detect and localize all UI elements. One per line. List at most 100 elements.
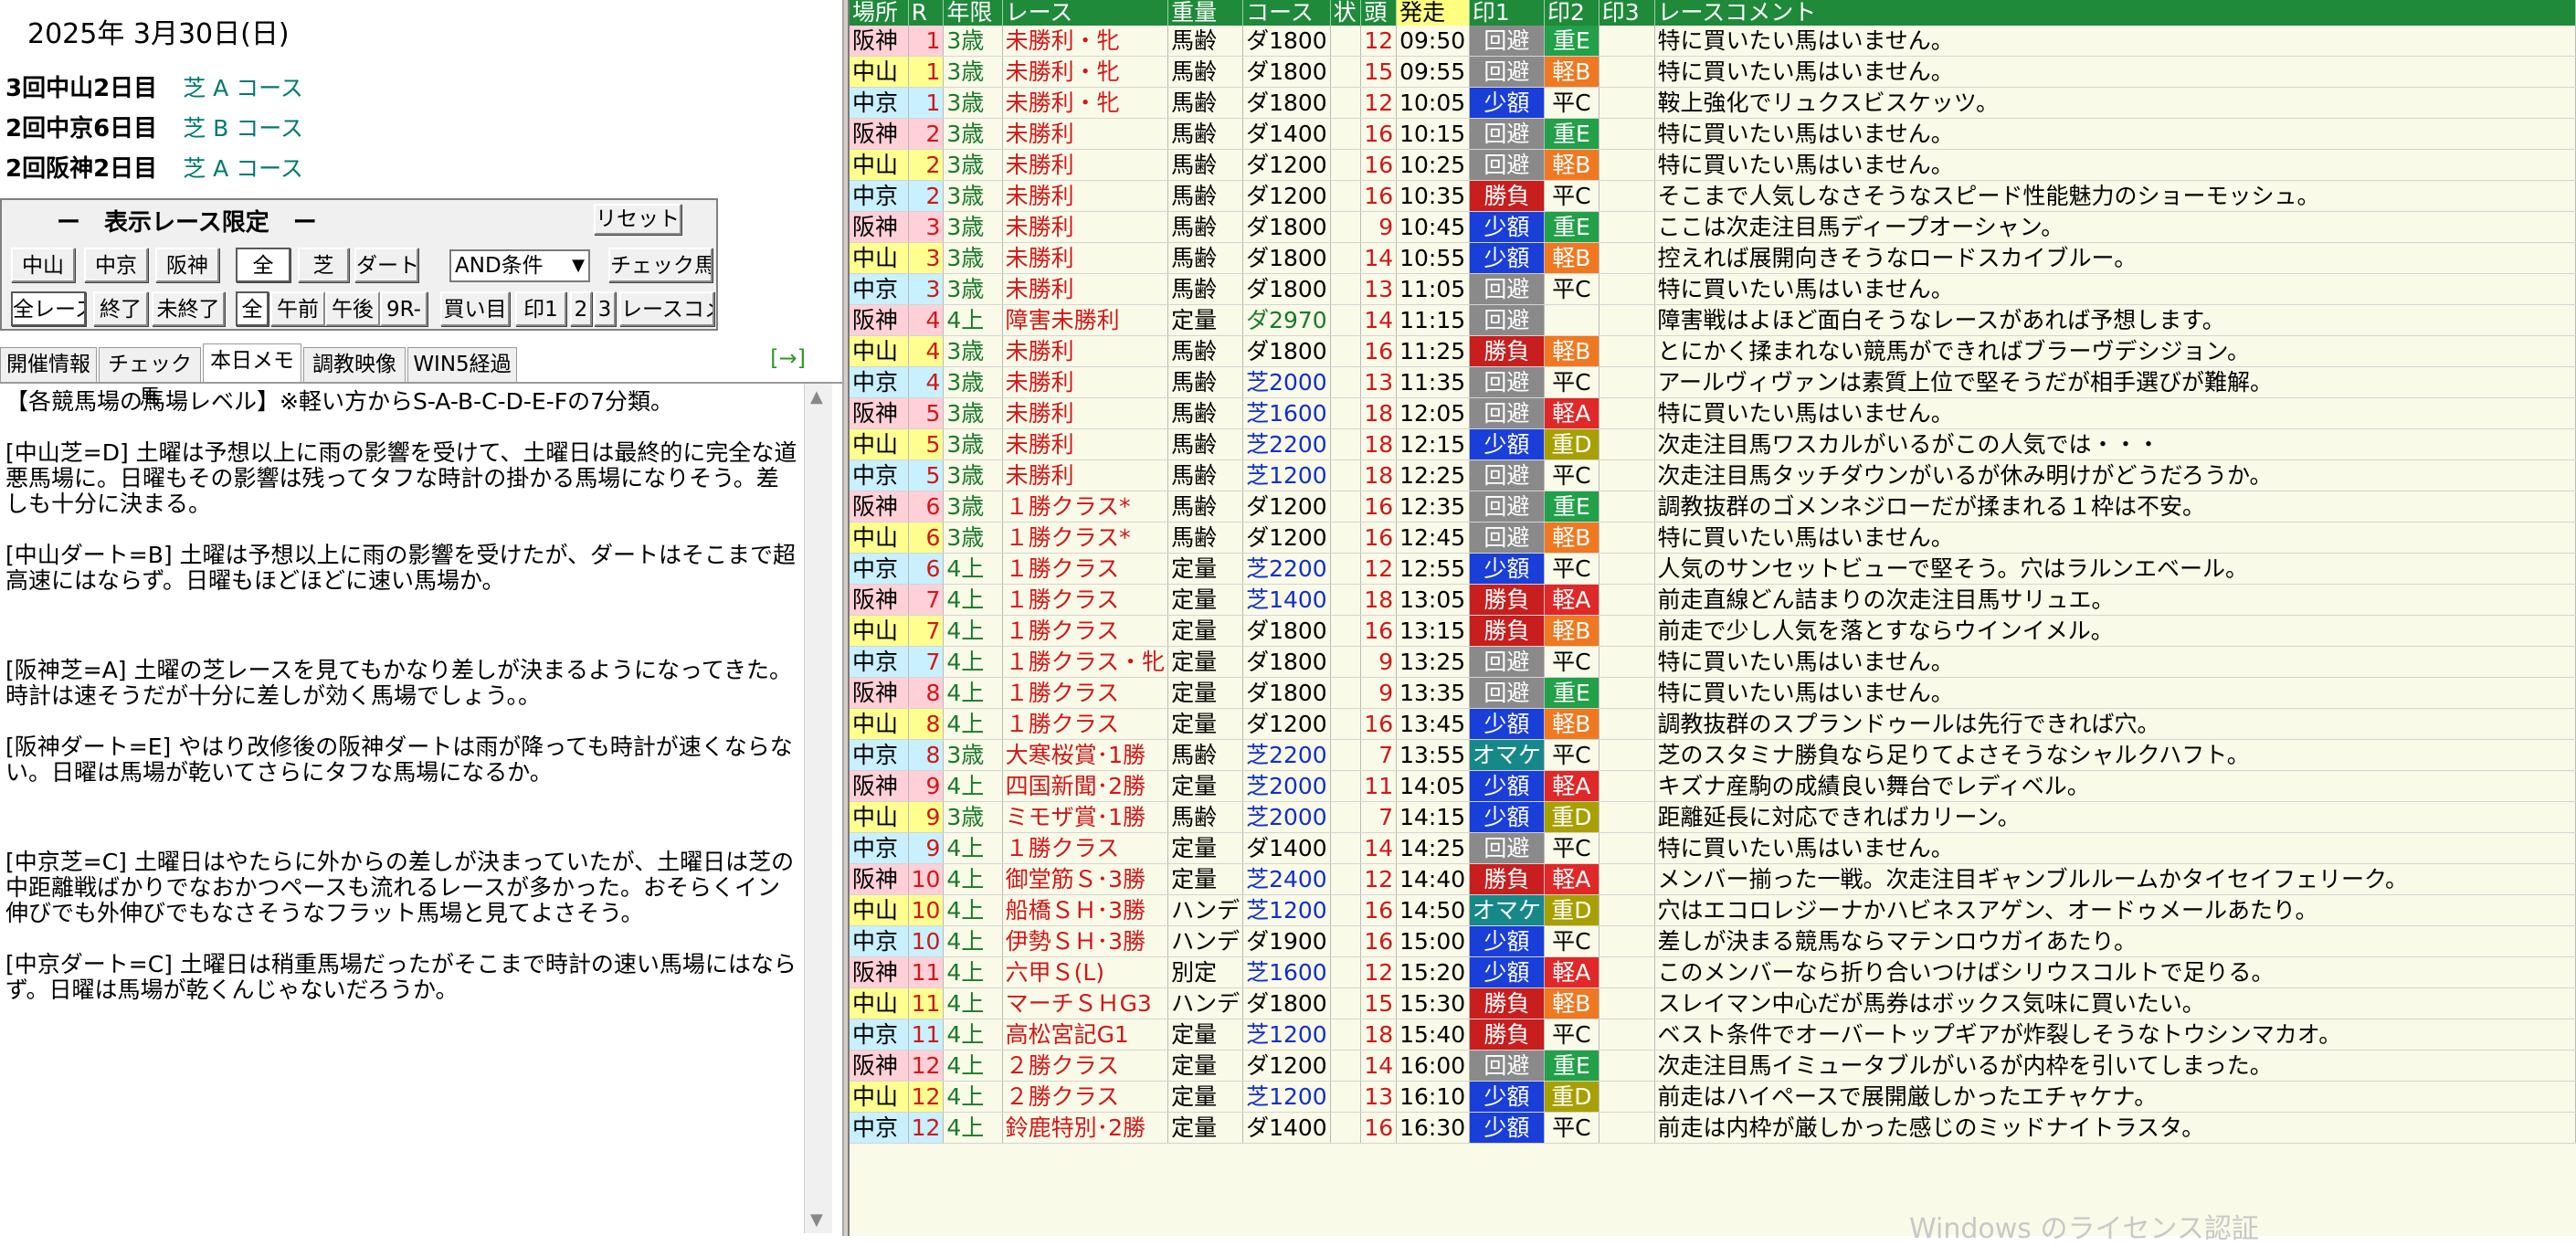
table-row[interactable]: 中京 4 3歳 未勝利 馬齢 芝2000 13 11:35 回避 平C アールヴィヴァンは素質上位で… <box>850 366 2576 398</box>
col-weight-cell: 馬齢 <box>1167 491 1244 523</box>
col-age-cell: 4上 <box>943 894 1003 926</box>
table-row[interactable]: 中京 9 4上 １勝クラス 定量 ダ1400 14 14:25 回避 平C 特に買いたい馬はいません… <box>850 832 2576 864</box>
table-row[interactable]: 阪神 8 4上 １勝クラス 定量 ダ1800 9 13:35 回避 重E 特に買いたい馬はいません。 <box>850 677 2576 709</box>
col-heads-cell: 13 <box>1360 366 1398 398</box>
condition-select[interactable]: AND条件 ▼ <box>449 249 590 282</box>
table-row[interactable]: 中京 6 4上 １勝クラス 定量 芝2200 12 12:55 少額 平C 人気のサンセットビューで… <box>850 553 2576 585</box>
table-row[interactable]: 中京 10 4上 伊勢ＳＨ･3勝 ハンデ ダ1900 16 15:00 少額 平C 差しが決まる競馬… <box>850 925 2576 957</box>
expand-arrow-button[interactable]: [→] <box>770 345 806 371</box>
table-row[interactable]: 阪神 3 3歳 未勝利 馬齢 ダ1800 9 10:45 少額 重E ここは次走注目馬ディープオーシ… <box>850 211 2576 243</box>
table-row[interactable]: 中山 9 3歳 ミモザ賞･1勝 馬齢 芝2000 7 14:15 少額 重D 距離延長に対応できれば… <box>850 801 2576 833</box>
col-comment-header[interactable]: レースコメント <box>1654 0 2576 26</box>
table-row[interactable]: 中山 11 4上 マーチＳＨG3 ハンデ ダ1800 15 15:30 勝負 軽B スレイマン中心だ… <box>850 987 2576 1019</box>
table-row[interactable]: 中山 6 3歳 １勝クラス* 馬齢 ダ1200 16 12:45 回避 軽B 特に買いたい馬はいませ… <box>850 522 2576 554</box>
race-table: 場所 R 年限 レース 重量 コース状頭発走 印1 印2 印3 レースコメント 阪神 1 3歳 未勝利・… <box>850 0 2576 1144</box>
scroll-up-icon[interactable]: ▲ <box>810 387 823 407</box>
col-venue-header[interactable]: 場所 <box>850 0 909 26</box>
check-horse-button[interactable]: チェック馬 <box>608 248 713 282</box>
col-heads-cell: 12 <box>1360 87 1398 119</box>
memo-text[interactable]: 【各競馬場の馬場レベル】※軽い方からS-A-B-C-D-E-Fの7分類。 [中山… <box>0 384 804 1233</box>
col-weight-cell: ハンデ <box>1167 987 1244 1019</box>
table-row[interactable]: 中京 5 3歳 未勝利 馬齢 芝1200 18 12:25 回避 平C 次走注目馬タッチダウンがいる… <box>850 459 2576 491</box>
table-row[interactable]: 中山 8 4上 １勝クラス 定量 ダ1200 16 13:45 少額 軽B 調教抜群のスプランドゥー… <box>850 708 2576 740</box>
table-row[interactable]: 中山 7 4上 １勝クラス 定量 ダ1800 16 13:15 勝負 軽B 前走で少し人気を落とすな… <box>850 615 2576 647</box>
afternoon-button[interactable]: 午後 <box>325 291 380 326</box>
tab-win5[interactable]: WIN5経過 <box>407 347 517 382</box>
tab-check-horse[interactable]: チェック馬 <box>99 347 201 409</box>
table-row[interactable]: 中京 2 3歳 未勝利 馬齢 ダ1200 16 10:35 勝負 平C そこまで人気しなさそうなスピ… <box>850 180 2576 212</box>
surface-all-button[interactable]: 全 <box>236 248 290 282</box>
finished-button[interactable]: 終了 <box>93 291 148 326</box>
memo-paragraph: 【各競馬場の馬場レベル】※軽い方からS-A-B-C-D-E-Fの7分類。 <box>5 388 673 415</box>
unfinished-button[interactable]: 未終了 <box>152 291 225 326</box>
table-row[interactable]: 阪神 6 3歳 １勝クラス* 馬齢 ダ1200 16 12:35 回避 重E 調教抜群のゴメンネジロ… <box>850 491 2576 523</box>
table-row[interactable]: 阪神 9 4上 四国新聞･2勝 定量 芝2000 11 14:05 少額 軽A キズナ産駒の成績良い… <box>850 770 2576 802</box>
col-mark2-cell: 重E <box>1544 26 1599 57</box>
venue-nakayama-button[interactable]: 中山 <box>11 248 75 282</box>
col-comment-cell: 特に買いたい馬はいません。 <box>1654 56 2576 88</box>
col-mark3-cell <box>1599 149 1655 181</box>
col-weight-cell: 定量 <box>1167 584 1244 616</box>
table-row[interactable]: 中山 5 3歳 未勝利 馬齢 芝2200 18 12:15 少額 重D 次走注目馬ワスカルがいるがこ… <box>850 428 2576 460</box>
table-row[interactable]: 阪神 11 4上 六甲Ｓ(L) 別定 芝1600 12 15:20 少額 軽A このメンバーなら折り… <box>850 956 2576 988</box>
bet-button[interactable]: 買い目 <box>440 291 510 326</box>
mark3-button[interactable]: 3 <box>594 291 616 326</box>
table-row[interactable]: 中京 8 3歳 大寒桜賞･1勝 馬齢 芝2200 7 13:55 オマケ 平C 芝のスタミナ勝負なら… <box>850 739 2576 771</box>
memo-scrollbar[interactable]: ▲ ▼ <box>804 384 832 1233</box>
venue-hanshin-button[interactable]: 阪神 <box>155 248 219 282</box>
col-comment-cell: 調教抜群のゴメンネジローだが揉まれる１枠は不安。 <box>1654 491 2576 523</box>
col-mark1-header[interactable]: 印1 <box>1469 0 1545 26</box>
col-post-time-cell: 11:05 <box>1396 273 1470 305</box>
table-row[interactable]: 阪神 5 3歳 未勝利 馬齢 芝1600 18 12:05 回避 軽A 特に買いたい馬はいません。 <box>850 397 2576 429</box>
race-comment-button[interactable]: レースコメ <box>619 291 714 326</box>
table-row[interactable]: 中京 7 4上 １勝クラス・牝 定量 ダ1800 9 13:25 回避 平C 特に買いたい馬はいませ… <box>850 646 2576 678</box>
col-age-cell: 3歳 <box>943 118 1003 150</box>
col-course-header[interactable]: コース <box>1242 0 1331 26</box>
tab-kaisai-info[interactable]: 開催情報 <box>0 347 97 382</box>
scroll-down-icon[interactable]: ▼ <box>810 1210 823 1230</box>
table-row[interactable]: 阪神 10 4上 御堂筋Ｓ･3勝 定量 芝2400 12 14:40 勝負 軽A メンバー揃った一戦… <box>850 863 2576 895</box>
col-heads-header[interactable]: 頭 <box>1360 0 1398 26</box>
table-row[interactable]: 中京 1 3歳 未勝利・牝 馬齢 ダ1800 12 10:05 少額 平C 鞍上強化でリュクスビスケ… <box>850 87 2576 119</box>
tab-training-video[interactable]: 調教映像 <box>303 347 406 382</box>
col-age-header[interactable]: 年限 <box>943 0 1003 26</box>
tab-today-memo[interactable]: 本日メモ <box>203 343 301 382</box>
table-row[interactable]: 中山 12 4上 ２勝クラス 定量 芝1200 13 16:10 少額 重D 前走はハイペースで展開… <box>850 1081 2576 1113</box>
race9-later-button[interactable]: 9R- <box>380 291 428 326</box>
table-row[interactable]: 中山 1 3歳 未勝利・牝 馬齢 ダ1800 15 09:55 回避 軽B 特に買いたい馬はいません… <box>850 56 2576 88</box>
table-row[interactable]: 阪神 2 3歳 未勝利 馬齢 ダ1400 16 10:15 回避 重E 特に買いたい馬はいません。 <box>850 118 2576 150</box>
col-state-header[interactable]: 状 <box>1330 0 1362 26</box>
col-post-time-cell: 13:45 <box>1396 708 1470 740</box>
col-heads-cell: 9 <box>1360 211 1398 243</box>
table-row[interactable]: 阪神 7 4上 １勝クラス 定量 芝1400 18 13:05 勝負 軽A 前走直線どん詰まりの次走… <box>850 584 2576 616</box>
table-row[interactable]: 中山 4 3歳 未勝利 馬齢 ダ1800 16 11:25 勝負 軽B とにかく揉まれない競馬ができ… <box>850 335 2576 367</box>
morning-button[interactable]: 午前 <box>270 291 325 326</box>
col-weight-header[interactable]: 重量 <box>1167 0 1244 26</box>
col-race-name-header[interactable]: レース <box>1002 0 1169 26</box>
surface-dirt-button[interactable]: ダート <box>354 248 418 282</box>
table-row[interactable]: 阪神 12 4上 ２勝クラス 定量 ダ1200 14 16:00 回避 重E 次走注目馬イミュータブ… <box>850 1050 2576 1082</box>
table-row[interactable]: 阪神 4 4上 障害未勝利 定量 ダ2970 14 11:15 回避 障害戦はよほど面白そうなレー… <box>850 304 2576 336</box>
reset-button[interactable]: リセット <box>594 204 681 235</box>
surface-turf-button[interactable]: 芝 <box>298 248 349 282</box>
col-post-time-header[interactable]: 発走 <box>1396 0 1470 26</box>
table-row[interactable]: 中京 11 4上 高松宮記G1 定量 芝1200 18 15:40 勝負 平C ベスト条件でオーバー… <box>850 1019 2576 1051</box>
table-row[interactable]: 阪神 1 3歳 未勝利・牝 馬齢 ダ1800 12 09:50 回避 重E 特に買いたい馬はいません… <box>850 26 2576 57</box>
col-race-no-header[interactable]: R <box>908 0 945 26</box>
col-mark2-header[interactable]: 印2 <box>1544 0 1599 26</box>
col-heads-cell: 16 <box>1360 335 1398 367</box>
table-row[interactable]: 中山 3 3歳 未勝利 馬齢 ダ1800 14 10:55 少額 軽B 控えれば展開向きそうなロード… <box>850 242 2576 274</box>
col-heads-cell: 18 <box>1360 459 1398 491</box>
col-race-name-cell: １勝クラス <box>1002 584 1169 616</box>
table-row[interactable]: 中山 10 4上 船橋ＳＨ･3勝 ハンデ 芝1200 16 14:50 オマケ 重D 穴はエコロレジ… <box>850 894 2576 926</box>
table-row[interactable]: 中京 3 3歳 未勝利 馬齢 ダ1800 13 11:05 回避 平C 特に買いたい馬はいません。 <box>850 273 2576 305</box>
all-races-button[interactable]: 全レース <box>11 291 86 326</box>
mark1-button[interactable]: 印1 <box>515 291 566 326</box>
panel-splitter[interactable] <box>842 0 850 1236</box>
venue-chukyo-button[interactable]: 中京 <box>84 248 148 282</box>
mark2-button[interactable]: 2 <box>570 291 592 326</box>
table-row[interactable]: 中京 12 4上 鈴鹿特別･2勝 定量 ダ1400 16 16:30 少額 平C 前走は内枠が厳しか… <box>850 1112 2576 1144</box>
time-all-button[interactable]: 全 <box>236 291 269 326</box>
col-mark3-header[interactable]: 印3 <box>1599 0 1655 26</box>
table-row[interactable]: 中山 2 3歳 未勝利 馬齢 ダ1200 16 10:25 回避 軽B 特に買いたい馬はいません。 <box>850 149 2576 181</box>
